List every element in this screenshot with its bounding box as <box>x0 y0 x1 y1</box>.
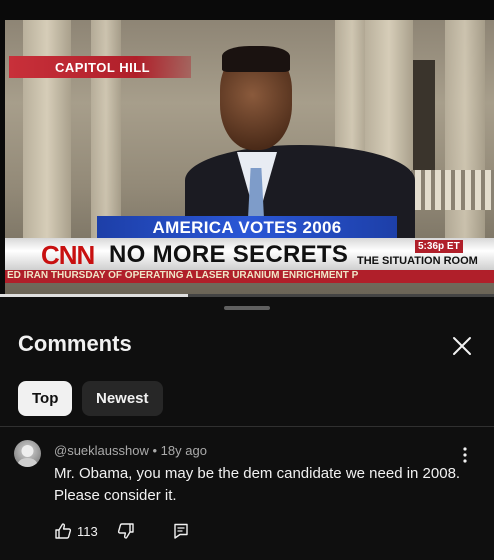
progress-bar[interactable] <box>0 294 494 297</box>
comment-author[interactable]: @sueklausshow <box>54 443 149 458</box>
headline-bar: CNN NO MORE SECRETS 5:36p ET THE SITUATI… <box>5 238 494 270</box>
reply-button[interactable] <box>172 522 190 545</box>
video-player[interactable]: CAPITOL HILL AMERICA VOTES 2006 CNN NO M… <box>0 0 494 297</box>
comment-age: 18y ago <box>160 443 207 458</box>
close-button[interactable] <box>448 332 476 360</box>
panel-title: Comments <box>18 331 132 356</box>
location-label: CAPITOL HILL <box>9 56 191 78</box>
progress-fill <box>0 294 188 297</box>
comment-text: Mr. Obama, you may be the dem candidate … <box>54 465 461 504</box>
meta-separator: • <box>152 443 161 458</box>
thumb-down-icon <box>117 523 134 539</box>
thumb-up-icon <box>55 523 72 539</box>
headline: NO MORE SECRETS <box>109 241 349 268</box>
video-frame: CAPITOL HILL AMERICA VOTES 2006 CNN NO M… <box>5 20 494 297</box>
like-button[interactable] <box>54 522 72 545</box>
dislike-button[interactable] <box>117 522 135 545</box>
like-count: 113 <box>77 524 98 539</box>
hair <box>222 46 290 72</box>
comment-options-button[interactable] <box>458 446 472 464</box>
network-logo: CNN <box>41 240 95 270</box>
divider <box>0 426 494 427</box>
reply-icon <box>174 523 188 539</box>
drag-handle[interactable] <box>224 306 270 310</box>
sort-chip-top[interactable]: Top <box>18 381 73 416</box>
avatar-image <box>17 445 38 467</box>
banner-top: AMERICA VOTES 2006 <box>97 216 397 238</box>
close-icon <box>453 337 471 355</box>
news-ticker: ED IRAN THURSDAY OF OPERATING A LASER UR… <box>5 270 494 283</box>
avatar[interactable] <box>14 440 41 467</box>
more-vert-icon <box>463 447 467 463</box>
comment-meta: @sueklausshow • 18y ago <box>54 443 207 458</box>
news-lower-third: AMERICA VOTES 2006 CNN NO MORE SECRETS 5… <box>5 216 494 297</box>
sort-chip-newest[interactable]: Newest <box>82 381 163 416</box>
show-name: THE SITUATION ROOM <box>357 255 478 267</box>
broadcast-time: 5:36p ET <box>415 240 463 253</box>
